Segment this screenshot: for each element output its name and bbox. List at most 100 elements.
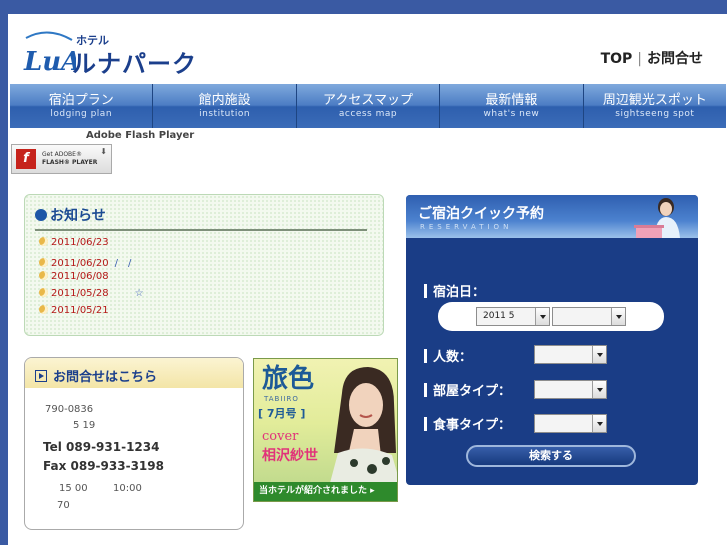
news-date-link[interactable]: 2011/06/08 [51,271,109,282]
room-count: 70 [57,500,70,511]
moon-icon [39,271,48,280]
meal-type-label: 食事タイプ： [424,414,511,433]
link-separator: | [637,51,642,67]
tabiiro-banner[interactable]: 旅色 TABIIRO [ 7月号 ] cover 相沢紗世 当ホテルが紹介されま… [253,358,398,502]
label-bar [424,349,427,363]
reservation-title: ご宿泊クイック予約 [418,206,544,222]
banner-caption: 当ホテルが紹介されました ▸ [254,482,397,501]
cover-model-image [330,367,397,483]
svg-text:LuA: LuA [23,47,76,77]
chevron-down-icon [611,308,625,325]
contact-title: お問合せはこちら [35,366,157,385]
banner-month: [ 7月号 ] [258,407,306,420]
people-label: 人数： [424,346,472,365]
moon-icon [39,288,48,297]
nav-item-whats-new[interactable]: 最新情報 what's new [440,84,584,128]
people-select[interactable] [534,345,607,364]
nav-label: 周辺観光スポット [602,93,707,108]
news-date-link[interactable]: 2011/06/20 [51,258,109,269]
contact-link[interactable]: お問合せ [647,51,703,67]
label-bar [424,417,427,431]
news-date-link[interactable]: 2011/05/21 [51,305,109,316]
flash-badge-line1: Get ADOBE® [42,151,82,158]
list-item: 2011/05/28 ☆ [39,288,144,305]
news-list: 2011/06/23 2011/06/20 / / 2011/06/08 2011… [39,237,144,322]
moon-icon [39,237,48,246]
nav-item-access-map[interactable]: アクセスマップ access map [296,84,441,128]
reservation-subtitle: RESERVATION [420,223,513,231]
moon-icon [39,258,48,267]
flash-player-label: Adobe Flash Player [86,130,195,141]
nav-label: 宿泊プラン [48,93,114,108]
top-link[interactable]: TOP [601,51,633,67]
nav-sublabel: lodging plan [50,109,113,119]
label-bar [424,284,427,298]
tel-number: Tel 089-931-1234 [43,440,160,454]
reservation-header: ご宿泊クイック予約 RESERVATION [406,195,698,238]
nav-item-lodging-plan[interactable]: 宿泊プラン lodging plan [10,84,154,128]
banner-model-name: 相沢紗世 [262,448,318,464]
nav-sublabel: institution [199,109,251,119]
window-top-border [0,0,727,14]
chevron-down-icon [535,308,549,325]
meal-type-select[interactable] [534,414,607,433]
fax-number: Fax 089-933-3198 [43,459,164,473]
news-date-link[interactable]: 2011/06/23 [51,237,109,248]
banner-cover-label: cover [262,429,299,444]
list-item: 2011/06/23 [39,237,144,254]
news-bullet-icon [35,209,47,221]
nav-sublabel: sightseeng spot [615,109,695,119]
luna-logo-icon: LuA [23,31,76,77]
banner-subtitle: TABIIRO [264,395,299,403]
chevron-down-icon [592,415,606,432]
page: LuA ホテル ルナパーク TOP | お問合せ 宿泊プラン lodging pla… [8,14,727,545]
address-number: 5 19 [73,420,96,431]
day-select[interactable] [552,307,626,326]
date-select-group: 2011 5 [438,302,664,331]
label-bar [424,383,427,397]
news-title: お知らせ [35,205,106,225]
stay-date-label: 宿泊日： [424,281,485,300]
list-item: 2011/05/21 [39,305,144,322]
news-extra: / / [114,258,132,269]
news-extra: ☆ [134,288,144,299]
banner-title: 旅色 [262,364,315,394]
contact-panel: お問合せはこちら 790-0836 5 19 Tel 089-931-1234 … [24,357,244,530]
logo-hotel-name: ルナパーク [72,50,197,78]
meal-type-label-text: 食事タイプ： [433,418,512,433]
nav-sublabel: what's new [483,109,540,119]
nav-label: 最新情報 [485,93,538,108]
zip-code: 790-0836 [45,404,94,415]
moon-icon [39,305,48,314]
select-value: 2011 5 [483,311,515,321]
contact-title-text: お問合せはこちら [53,370,158,385]
stay-date-label-text: 宿泊日： [433,285,486,300]
nav-item-institution[interactable]: 館内施設 institution [153,84,297,128]
quick-reservation-panel: ご宿泊クイック予約 RESERVATION 宿泊日： 2011 5 人数： 部屋… [406,195,698,485]
search-button[interactable]: 検索する [466,445,636,467]
flash-icon: f [16,149,36,169]
nav-label: 館内施設 [198,93,251,108]
main-nav: 宿泊プラン lodging plan 館内施設 institution アクセス… [10,84,727,128]
top-links: TOP | お問合せ [601,48,703,68]
window-left-border [0,14,8,545]
checkin-time: 15 00 [59,483,88,494]
room-type-label-text: 部屋タイプ： [433,384,512,399]
room-type-label: 部屋タイプ： [424,380,511,399]
list-item: 2011/06/20 / / [39,254,144,271]
year-month-select[interactable]: 2011 5 [476,307,550,326]
nav-item-sightseeing-spot[interactable]: 周辺観光スポット sightseeng spot [583,84,727,128]
receptionist-image [634,198,680,238]
divider [35,229,367,231]
news-panel: お知らせ 2011/06/23 2011/06/20 / / 2011/06/08… [24,194,384,336]
chevron-down-icon [592,346,606,363]
get-flash-player-button[interactable]: f Get ADOBE® FLASH® PLAYER ⬇ [11,144,112,174]
people-label-text: 人数： [433,350,473,365]
hotel-logo[interactable]: LuA ホテル ルナパーク [20,28,196,84]
news-date-link[interactable]: 2011/05/28 [51,288,109,299]
room-type-select[interactable] [534,380,607,399]
play-box-icon [35,370,47,382]
download-arrow-icon: ⬇ [100,147,107,156]
nav-label: アクセスマップ [323,93,413,108]
chevron-down-icon [592,381,606,398]
